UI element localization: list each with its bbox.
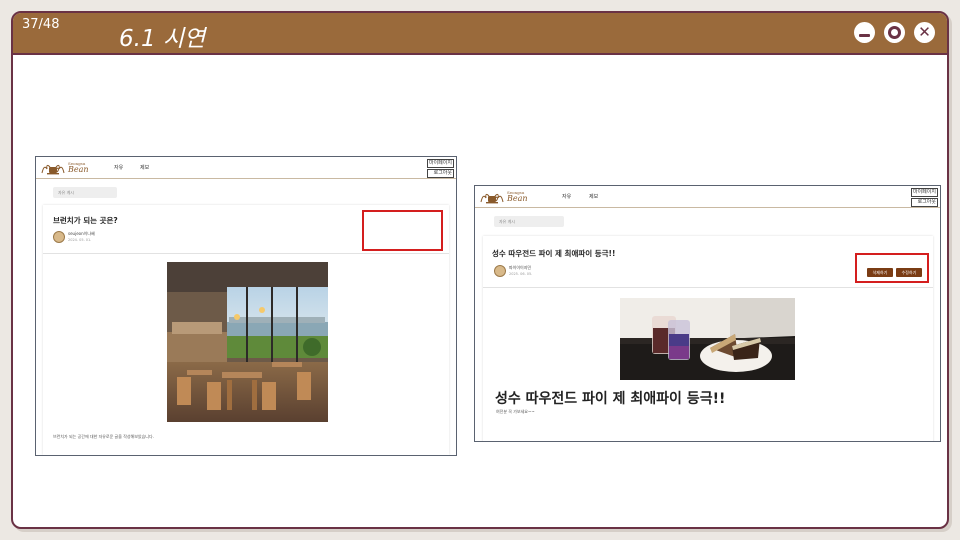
mypage-link[interactable]: 마이페이지: [426, 159, 454, 168]
site-header: Seongsu Bean 자유 제보 마이페이지 로그아웃: [36, 157, 456, 179]
nav-report[interactable]: 제보: [140, 164, 149, 171]
maximize-icon[interactable]: [884, 22, 905, 43]
dessert-drinks-image: [620, 298, 795, 380]
coffee-cup-logo-icon: [41, 164, 65, 175]
logo-text: Seongsu Bean: [507, 190, 528, 203]
post-title: 브런치가 되는 곳은?: [53, 216, 118, 225]
site-logo[interactable]: Seongsu Bean: [479, 188, 539, 206]
logout-link[interactable]: 로그아웃: [910, 198, 938, 207]
close-icon[interactable]: ✕: [914, 22, 935, 43]
highlight-box-empty-buttons: [362, 210, 443, 251]
user-links: 마이페이지 로그아웃: [910, 188, 938, 208]
post-content-title: 성수 따우전드 파이 제 최애파이 등극!!: [495, 391, 726, 407]
site-logo[interactable]: Seongsu Bean: [40, 159, 100, 177]
post-title: 성수 따우전드 파이 제 최애파이 등극!!: [492, 249, 616, 258]
divider: [483, 287, 933, 288]
author-name: seujeon이나혜: [68, 231, 95, 236]
post-author: seujeon이나혜 2024. 05. 01.: [53, 231, 95, 243]
post-date: 2025. 06. 05.: [509, 272, 533, 276]
title-bar: 37/48 6.1 시연 ✕: [13, 13, 947, 55]
post-body: 여전분 꼭 가보세요~~: [496, 409, 535, 414]
screenshot-own-post-view: Seongsu Bean 자유 제보 마이페이지 로그아웃 자유 게시 성수 따우…: [474, 185, 941, 442]
author-name: 파이이이지민: [509, 265, 532, 270]
coffee-cup-logo-icon: [480, 193, 504, 204]
search-input[interactable]: 자유 게시: [494, 216, 564, 227]
page-counter: 37/48: [22, 17, 60, 32]
slide-title: 6.1 시연: [119, 26, 206, 52]
site-header: Seongsu Bean 자유 제보 마이페이지 로그아웃: [475, 186, 940, 208]
window-controls: ✕: [854, 22, 935, 43]
post-body: 브런치가 되는 공간에 대한 자유로운 글을 작성해보았습니다.: [53, 434, 154, 439]
avatar: [53, 231, 65, 243]
mypage-link[interactable]: 마이페이지: [910, 188, 938, 197]
highlight-box-edit-delete-buttons: [855, 253, 929, 283]
minimize-icon[interactable]: [854, 22, 875, 43]
search-input[interactable]: 자유 게시: [53, 187, 117, 198]
cafe-interior-image: [167, 262, 328, 422]
post-author: 파이이이지민 2025. 06. 05.: [494, 265, 532, 277]
nav-report[interactable]: 제보: [589, 193, 598, 200]
nav-free[interactable]: 자유: [562, 193, 571, 200]
divider: [43, 253, 449, 254]
user-links: 마이페이지 로그아웃: [426, 159, 454, 179]
logo-text: Seongsu Bean: [68, 161, 89, 174]
nav-free[interactable]: 자유: [114, 164, 123, 171]
screenshot-post-view: Seongsu Bean 자유 제보 마이페이지 로그아웃 자유 게시 브런치가 …: [35, 156, 457, 456]
avatar: [494, 265, 506, 277]
presentation-window: 37/48 6.1 시연 ✕ Seongsu Bean 자유 제보 마이페이지 …: [11, 11, 949, 529]
post-date: 2024. 05. 01.: [68, 238, 92, 242]
logout-link[interactable]: 로그아웃: [426, 169, 454, 178]
